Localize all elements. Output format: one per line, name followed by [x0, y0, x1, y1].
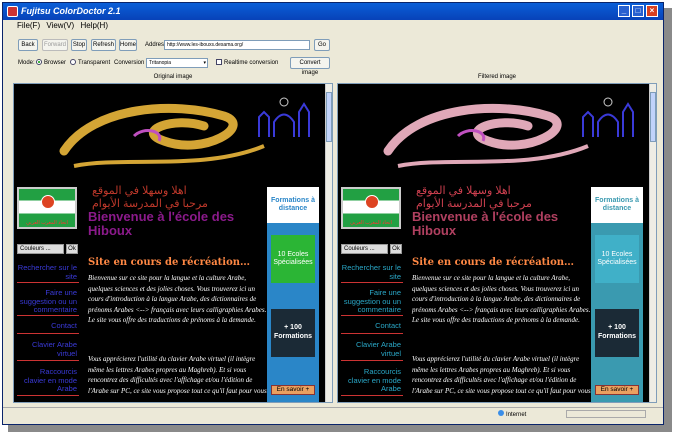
nav-keyboard-shortcuts[interactable]: Raccourcis clavier en mode Arabe [341, 367, 403, 396]
keyboard-paragraph: Vous apprécierez l'utilité du clavier Ar… [88, 355, 267, 395]
distance-learning-title: Formations à distance [267, 187, 319, 223]
sidebar-ad: Formations à distance 10 Ecoles Spéciali… [267, 187, 319, 402]
scrollbar-thumb[interactable] [650, 92, 656, 142]
radio-unchecked-icon [70, 59, 76, 66]
mosque-icon [582, 97, 634, 137]
window-title: Fujitsu ColorDoctor 2.1 [21, 6, 121, 16]
original-image-pane: اتحاد المغرب العربي اهلا وسهلا في الموقع… [13, 83, 333, 403]
menu-file[interactable]: File(F) [17, 21, 40, 30]
mode-browser-radio[interactable]: Browser [36, 58, 66, 68]
crescent-emblem-icon [365, 195, 379, 209]
convert-image-button[interactable]: Convert image [290, 57, 330, 76]
calligraphy-swirl [383, 103, 589, 168]
go-button[interactable]: Go [314, 39, 330, 51]
menu-view[interactable]: View(V) [46, 21, 74, 30]
nav-search[interactable]: Rechercher sur le site [17, 263, 79, 283]
keyboard-paragraph: Vous apprécierez l'utilité du clavier Ar… [412, 355, 591, 395]
app-window: Fujitsu ColorDoctor 2.1 _ □ × File(F) Vi… [2, 2, 664, 425]
logo-caption: اتحاد المغرب العربي [26, 220, 68, 226]
intro-paragraph: Bienvenue sur ce site pour la langue et … [88, 274, 267, 324]
schools-tile[interactable]: 10 Ecoles Spécialisées [595, 235, 639, 283]
minimize-button[interactable]: _ [618, 5, 630, 17]
title-bar[interactable]: Fujitsu ColorDoctor 2.1 _ □ × [3, 3, 663, 20]
colors-select[interactable]: Couleurs ... [341, 244, 388, 254]
internet-zone: Internet [498, 410, 526, 418]
vertical-scrollbar[interactable] [325, 84, 332, 402]
page-title: Bienvenue à l'école des Hiboux [88, 209, 235, 238]
ok-button[interactable]: Ok [390, 244, 402, 254]
stop-button[interactable]: Stop [71, 39, 87, 51]
chevron-down-icon: ▾ [203, 60, 206, 66]
formations-tile[interactable]: + 100 Formations [271, 309, 315, 357]
nav-virtual-keyboard[interactable]: Clavier Arabe virtuel [341, 340, 403, 361]
nav-virtual-keyboard[interactable]: Clavier Arabe virtuel [17, 340, 79, 361]
crescent-emblem-icon [41, 195, 55, 209]
app-icon [7, 6, 18, 17]
filtered-pane-title: Filtered image [477, 74, 516, 80]
calligraphy-swirl [59, 103, 265, 168]
filter-select[interactable]: Tritanopia ▾ [146, 58, 208, 68]
ok-button[interactable]: Ok [66, 244, 78, 254]
arabic-welcome-line-1: اهلا وسهلا في الموقع [416, 185, 511, 197]
sidebar-ad: Formations à distance 10 Ecoles Spéciali… [591, 187, 643, 402]
back-button[interactable]: Back [18, 39, 38, 51]
learn-more-button[interactable]: En savoir + [595, 385, 639, 395]
mode-transparent-radio[interactable]: Transparent [70, 58, 110, 68]
mode-transparent-label: Transparent [78, 60, 111, 66]
address-input[interactable]: http://www.les-ibouxs.desama.org/ [164, 40, 310, 50]
radio-checked-icon [36, 59, 42, 66]
progress-bar [566, 410, 646, 418]
intro-paragraph: Bienvenue sur ce site pour la langue et … [412, 274, 591, 324]
section-heading: Site en cours de récréation… [412, 257, 575, 268]
realtime-label: Realtime conversion [224, 60, 279, 66]
formations-tile[interactable]: + 100 Formations [595, 309, 639, 357]
status-bar: Internet [3, 407, 663, 420]
original-pane-title: Original image [153, 74, 193, 80]
schools-tile[interactable]: 10 Ecoles Spécialisées [271, 235, 315, 283]
maghreb-union-logo: اتحاد المغرب العربي [17, 187, 77, 229]
distance-learning-title: Formations à distance [591, 187, 643, 223]
colors-select[interactable]: Couleurs ... [17, 244, 64, 254]
nav-suggestion[interactable]: Faire une suggestion ou un commentaire [17, 288, 79, 316]
logo-caption: اتحاد المغرب العربي [350, 220, 392, 226]
menu-bar: File(F) View(V) Help(H) [3, 20, 663, 32]
filter-value: Tritanopia [149, 60, 172, 66]
nav-keyboard-shortcuts[interactable]: Raccourcis clavier en mode Arabe [17, 367, 79, 396]
nav-suggestion[interactable]: Faire une suggestion ou un commentaire [341, 288, 403, 316]
zone-label: Internet [506, 412, 527, 418]
nav-search[interactable]: Rechercher sur le site [341, 263, 403, 283]
close-button[interactable]: × [646, 5, 658, 17]
page-title: Bienvenue à l'école des Hiboux [412, 209, 559, 238]
section-heading: Site en cours de récréation… [88, 257, 251, 268]
maximize-button[interactable]: □ [632, 5, 644, 17]
maghreb-union-logo: اتحاد المغرب العربي [341, 187, 401, 229]
realtime-checkbox[interactable]: Realtime conversion [216, 58, 278, 68]
nav-contact[interactable]: Contact [341, 321, 403, 334]
scrollbar-thumb[interactable] [326, 92, 332, 142]
learn-more-button[interactable]: En savoir + [271, 385, 315, 395]
checkbox-icon [216, 59, 222, 66]
mode-browser-label: Browser [44, 60, 67, 66]
forward-button[interactable]: Forward [42, 39, 68, 51]
window-shadow-bottom [8, 425, 672, 432]
nav-contact[interactable]: Contact [17, 321, 79, 334]
window-shadow-right [664, 8, 672, 428]
vertical-scrollbar[interactable] [649, 84, 656, 402]
menu-help[interactable]: Help(H) [80, 21, 108, 30]
mode-label: Mode: [18, 60, 35, 66]
refresh-button[interactable]: Refresh [91, 39, 116, 51]
arabic-welcome-line-1: اهلا وسهلا في الموقع [92, 185, 187, 197]
filtered-image-pane: اتحاد المغرب العربي اهلا وسهلا في الموقع… [337, 83, 657, 403]
mosque-icon [258, 97, 310, 137]
home-button[interactable]: Home [119, 39, 137, 51]
globe-icon [498, 410, 504, 416]
